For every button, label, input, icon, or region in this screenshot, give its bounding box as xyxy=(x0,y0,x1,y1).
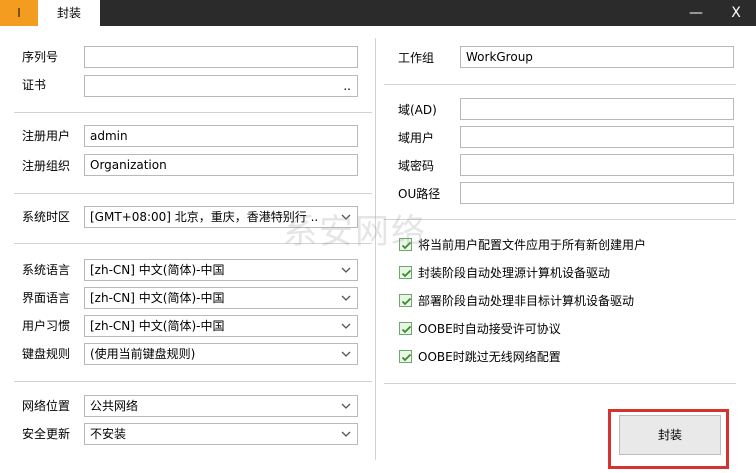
option-checkbox[interactable] xyxy=(399,322,412,335)
cert-label: 证书 xyxy=(22,78,47,92)
chevron-down-icon xyxy=(341,295,351,301)
chevron-down-icon xyxy=(341,323,351,329)
sec-update-value: 不安装 xyxy=(90,427,127,441)
user-locale-label: 用户习惯 xyxy=(22,319,71,333)
domain-user-input[interactable] xyxy=(460,126,734,148)
reg-user-input[interactable]: admin xyxy=(84,125,358,147)
timezone-select[interactable]: [GMT+08:00] 北京，重庆，香港特别行 .. xyxy=(84,206,358,228)
divider xyxy=(14,193,372,194)
sec-update-select[interactable]: 不安装 xyxy=(84,423,358,445)
domain-input[interactable] xyxy=(460,98,734,120)
timezone-label: 系统时区 xyxy=(22,210,71,224)
chevron-down-icon xyxy=(341,267,351,273)
chevron-down-icon xyxy=(341,403,351,409)
reg-org-input[interactable]: Organization xyxy=(84,154,358,176)
panel-divider xyxy=(375,38,376,460)
reg-org-label: 注册组织 xyxy=(22,159,71,173)
serial-label: 序列号 xyxy=(22,50,59,64)
option-checkbox[interactable] xyxy=(399,350,412,363)
net-loc-label: 网络位置 xyxy=(22,399,71,413)
sec-update-label: 安全更新 xyxy=(22,427,71,441)
option-label[interactable]: 封装阶段自动处理源计算机设备驱动 xyxy=(418,265,610,281)
app-icon[interactable]: I xyxy=(0,0,38,26)
option-label[interactable]: 将当前用户配置文件应用于所有新创建用户 xyxy=(418,237,646,253)
user-locale-value: [zh-CN] 中文(简体)-中国 xyxy=(90,319,225,333)
divider xyxy=(14,243,372,244)
domain-label: 域(AD) xyxy=(398,103,437,117)
title-bar xyxy=(0,0,756,26)
ou-label: OU路径 xyxy=(398,187,441,201)
ui-lang-value: [zh-CN] 中文(简体)-中国 xyxy=(90,291,225,305)
ou-input[interactable] xyxy=(460,182,734,204)
domain-pass-label: 域密码 xyxy=(398,159,435,173)
option-checkbox[interactable] xyxy=(399,266,412,279)
option-label[interactable]: 部署阶段自动处理非目标计算机设备驱动 xyxy=(418,293,634,309)
highlight-box xyxy=(608,409,729,469)
net-loc-value: 公共网络 xyxy=(90,399,139,413)
net-loc-select[interactable]: 公共网络 xyxy=(84,395,358,417)
chevron-down-icon xyxy=(341,214,351,220)
keyboard-value: (使用当前键盘规则) xyxy=(90,347,196,361)
ui-lang-label: 界面语言 xyxy=(22,291,71,305)
ui-lang-select[interactable]: [zh-CN] 中文(简体)-中国 xyxy=(84,287,358,309)
divider xyxy=(14,112,372,113)
sys-lang-label: 系统语言 xyxy=(22,263,71,277)
workgroup-input[interactable]: WorkGroup xyxy=(460,46,734,68)
close-button[interactable]: X xyxy=(716,0,756,26)
timezone-value: [GMT+08:00] 北京，重庆，香港特别行 .. xyxy=(90,210,319,224)
cert-input[interactable]: .. xyxy=(84,75,358,97)
serial-input[interactable] xyxy=(84,46,358,68)
chevron-down-icon xyxy=(341,431,351,437)
sys-lang-select[interactable]: [zh-CN] 中文(简体)-中国 xyxy=(84,259,358,281)
keyboard-select[interactable]: (使用当前键盘规则) xyxy=(84,343,358,365)
divider xyxy=(384,84,736,85)
domain-pass-input[interactable] xyxy=(460,154,734,176)
domain-user-label: 域用户 xyxy=(398,131,435,145)
chevron-down-icon xyxy=(341,351,351,357)
option-checkbox[interactable] xyxy=(399,238,412,251)
reg-user-label: 注册用户 xyxy=(22,129,71,143)
option-label[interactable]: OOBE时自动接受许可协议 xyxy=(418,321,561,337)
divider xyxy=(384,383,736,384)
minimize-button[interactable]: — xyxy=(676,0,716,26)
divider xyxy=(384,219,736,220)
cert-browse-button[interactable]: .. xyxy=(343,76,351,96)
sys-lang-value: [zh-CN] 中文(简体)-中国 xyxy=(90,263,225,277)
checkmark-icon xyxy=(401,297,412,306)
option-label[interactable]: OOBE时跳过无线网络配置 xyxy=(418,349,561,365)
checkmark-icon xyxy=(401,353,412,362)
option-checkbox[interactable] xyxy=(399,294,412,307)
tab-seal[interactable]: 封装 xyxy=(38,0,100,26)
checkmark-icon xyxy=(401,241,412,250)
divider xyxy=(14,381,372,382)
user-locale-select[interactable]: [zh-CN] 中文(简体)-中国 xyxy=(84,315,358,337)
workgroup-label: 工作组 xyxy=(398,51,435,65)
keyboard-label: 键盘规则 xyxy=(22,347,71,361)
checkmark-icon xyxy=(401,325,412,334)
checkmark-icon xyxy=(401,269,412,278)
